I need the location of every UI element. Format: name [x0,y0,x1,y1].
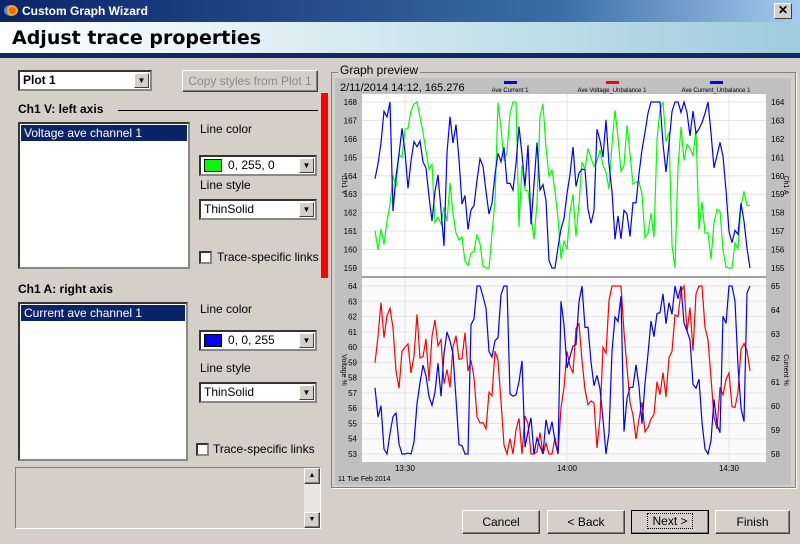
y-axis-label: Ch1 V [340,175,347,195]
y2-tick-label: 156 [771,246,785,255]
date-label: 11 Tue Feb 2014 [338,476,391,483]
y-tick-label: 168 [344,98,358,107]
x-tick-label: 14:30 [719,464,740,473]
y2-tick-label: 158 [771,209,785,218]
y-tick-label: 61 [348,328,357,337]
plot-area [362,94,766,276]
y2-tick-label: 58 [771,450,780,459]
y-tick-label: 55 [348,419,357,428]
y2-tick-label: 61 [771,378,780,387]
y-tick-label: 60 [348,343,357,352]
finish-button[interactable]: Finish [715,510,790,534]
y2-tick-label: 65 [771,282,780,291]
cursor-readout: 2/11/2014 14:12, 165.276 [340,82,465,94]
y-tick-label: 56 [348,404,357,413]
next-label: Next > [647,513,693,529]
y-tick-label: 165 [344,153,358,162]
back-button[interactable]: < Back [547,510,625,534]
y2-tick-label: 59 [771,426,780,435]
y-tick-label: 162 [344,209,358,218]
y2-tick-label: 155 [771,264,785,273]
y-tick-label: 161 [344,227,358,236]
y-tick-label: 59 [348,358,357,367]
y2-tick-label: 64 [771,306,780,315]
legend-entry: Ave Current_Unbalance 1 [682,88,752,94]
y-tick-label: 53 [348,450,357,459]
y2-tick-label: 157 [771,227,785,236]
y2-tick-label: 164 [771,98,785,107]
y-axis-label: Voltage % [340,354,347,386]
cancel-button[interactable]: Cancel [462,510,540,534]
x-tick-label: 13:30 [395,464,416,473]
y-tick-label: 57 [348,389,357,398]
legend-swatch [504,81,517,84]
next-button[interactable]: Next > [631,510,709,534]
y-tick-label: 62 [348,313,357,322]
y-tick-label: 58 [348,374,357,383]
graph-preview-chart: 2/11/2014 14:12, 165.276 Ave Current 1 Ave… [338,81,789,483]
y2-axis-label: Ch1 A [782,175,789,194]
legend-entry: Ave Current 1 [492,88,530,94]
y2-tick-label: 163 [771,116,785,125]
x-tick-label: 14:00 [557,464,578,473]
y2-tick-label: 62 [771,354,780,363]
y2-axis-label: Current % [782,354,789,386]
y2-tick-label: 161 [771,153,785,162]
y2-tick-label: 63 [771,330,780,339]
y2-tick-label: 162 [771,135,785,144]
legend-swatch [710,81,723,84]
y-tick-label: 54 [348,435,357,444]
y-tick-label: 160 [344,246,358,255]
y-tick-label: 63 [348,297,357,306]
y-tick-label: 159 [344,264,358,273]
y2-tick-label: 60 [771,402,780,411]
y-tick-label: 167 [344,116,358,125]
legend-entry: Ave Voltage_Unbalance 1 [578,88,648,94]
legend-swatch [606,81,619,84]
y-tick-label: 64 [348,282,357,291]
y-tick-label: 166 [344,135,358,144]
